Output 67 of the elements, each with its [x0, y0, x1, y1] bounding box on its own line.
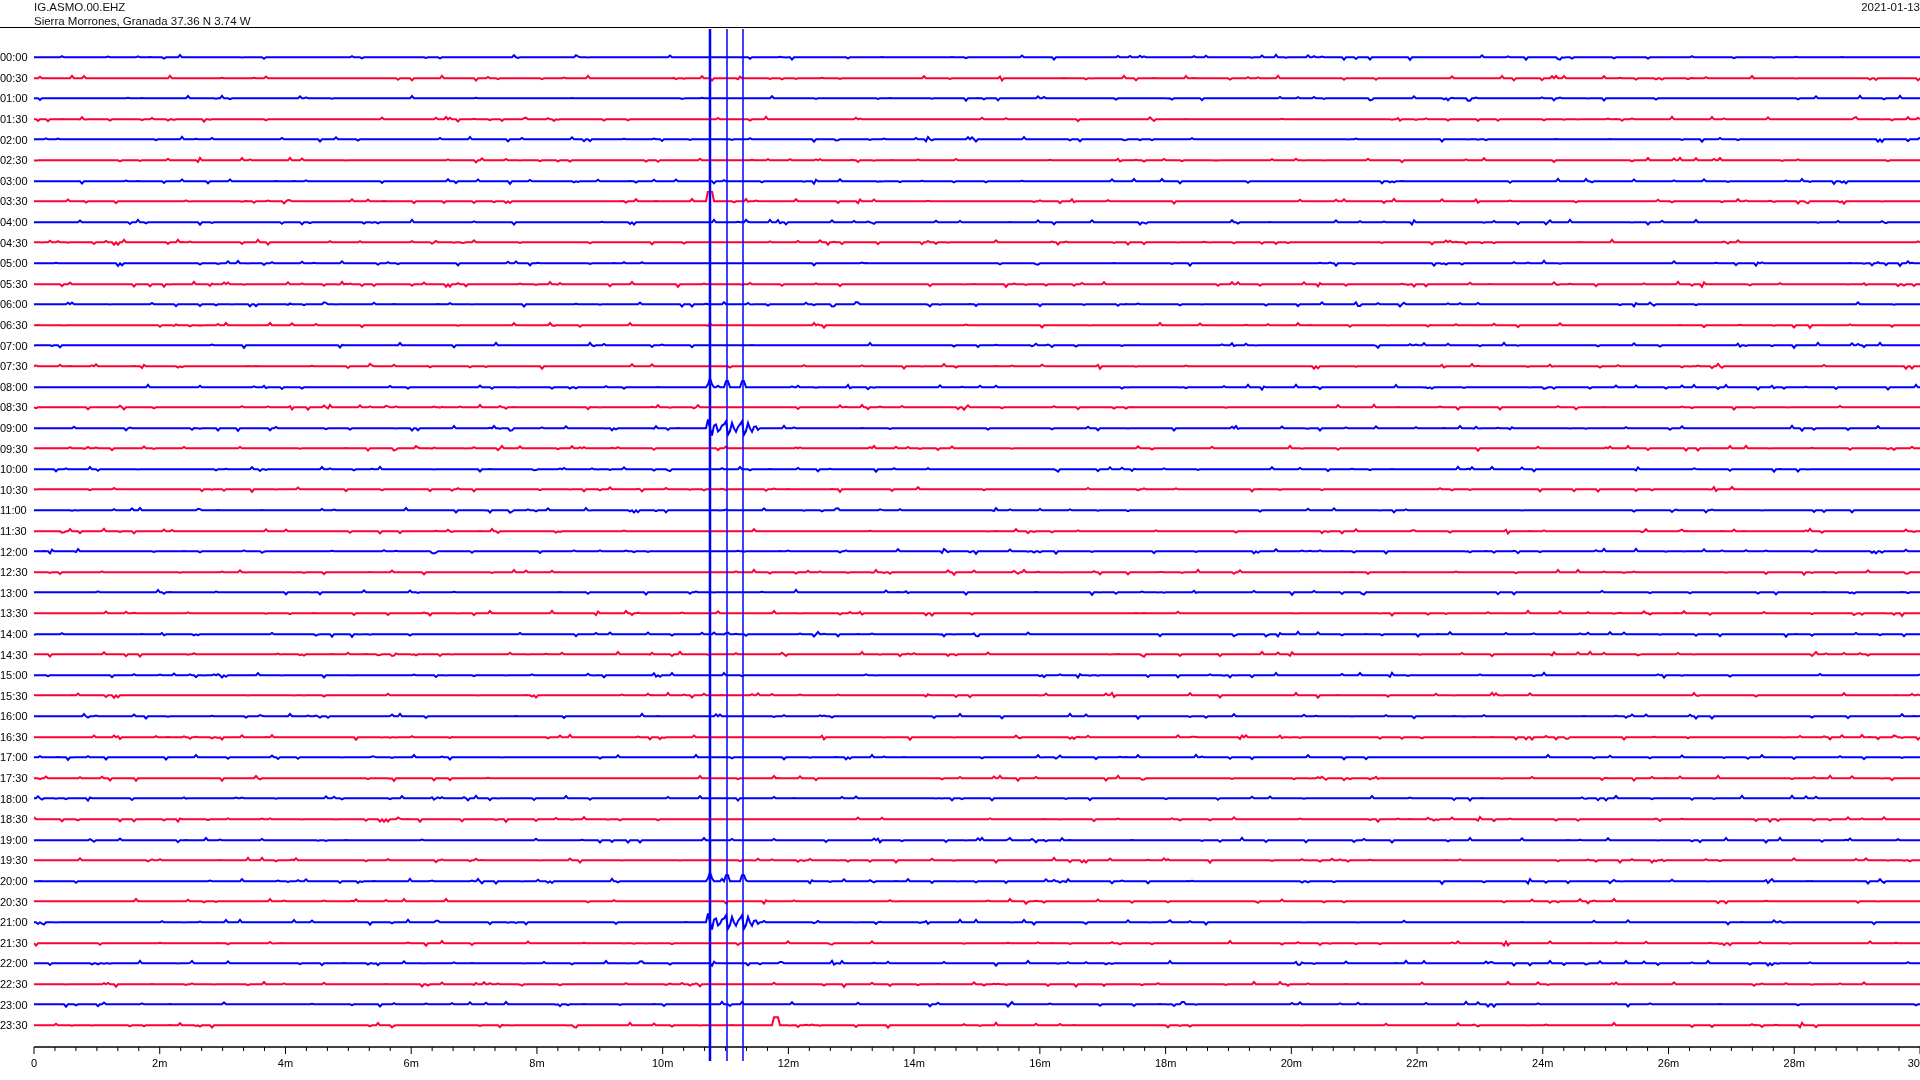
time-label: 18:30 [0, 813, 29, 826]
time-label: 17:30 [0, 772, 29, 785]
time-label: 12:00 [0, 545, 29, 558]
time-label: 10:00 [0, 463, 29, 476]
time-label: 00:30 [0, 71, 29, 84]
axis-tick-label: 24m [1532, 1056, 1554, 1069]
time-label: 21:30 [0, 936, 29, 949]
time-label: 00:00 [0, 51, 29, 64]
time-label: 13:00 [0, 586, 29, 599]
axis-tick-label: 30 [1907, 1056, 1920, 1069]
time-label: 14:00 [0, 627, 29, 640]
time-label: 17:00 [0, 751, 29, 764]
time-label: 02:00 [0, 133, 29, 146]
axis-tick-label: 6m [403, 1056, 419, 1069]
time-label: 15:00 [0, 669, 29, 682]
time-label: 11:30 [0, 524, 28, 537]
station-code: IG.ASMO.00.EHZ [34, 0, 127, 14]
time-label: 18:00 [0, 792, 29, 805]
axis-tick-label: 2m [152, 1056, 168, 1069]
time-label: 12:30 [0, 566, 29, 579]
time-label: 03:30 [0, 195, 29, 208]
time-label: 14:30 [0, 648, 29, 661]
time-label: 08:30 [0, 401, 29, 414]
axis-tick-label: 8m [529, 1056, 545, 1069]
time-label: 03:00 [0, 174, 29, 187]
axis-tick-label: 20m [1280, 1056, 1303, 1069]
time-label: 16:00 [0, 710, 29, 723]
time-label: 05:00 [0, 257, 29, 270]
time-label: 19:00 [0, 833, 29, 846]
time-label: 07:00 [0, 339, 29, 352]
time-label: 10:30 [0, 483, 29, 496]
time-label: 21:00 [0, 916, 29, 929]
time-label: 23:00 [0, 998, 29, 1011]
axis-tick-label: 12m [777, 1056, 800, 1069]
time-label: 01:30 [0, 113, 29, 126]
time-label: 02:30 [0, 154, 29, 167]
time-label: 13:30 [0, 607, 29, 620]
time-label: 06:00 [0, 298, 29, 311]
axis-tick-label: 28m [1783, 1056, 1805, 1069]
time-label: 15:30 [0, 689, 29, 702]
time-label: 01:00 [0, 92, 29, 105]
time-label: 19:30 [0, 854, 29, 867]
time-label: 20:30 [0, 895, 29, 908]
axis-tick-label: 0 [30, 1056, 38, 1069]
time-label: 09:00 [0, 422, 29, 434]
time-label: 04:00 [0, 216, 29, 229]
time-label: 11:00 [0, 504, 28, 517]
time-label: 23:30 [0, 1019, 29, 1032]
time-label: 22:00 [0, 957, 29, 970]
time-label: 04:30 [0, 236, 29, 249]
time-label: 20:00 [0, 875, 29, 888]
date-label: 2021-01-13 [1861, 0, 1920, 15]
time-label: 07:30 [0, 360, 29, 373]
axis-tick-label: 26m [1657, 1056, 1680, 1069]
axis-tick-label: 22m [1406, 1056, 1428, 1069]
axis-tick-label: 4m [277, 1056, 294, 1069]
time-label: 06:30 [0, 319, 29, 331]
time-label: 05:30 [0, 277, 29, 290]
time-label: 16:30 [0, 730, 29, 743]
time-label: 22:30 [0, 978, 29, 990]
axis-tick-label: 16m [1029, 1056, 1051, 1069]
time-label: 08:00 [0, 380, 29, 393]
axis-tick-label: 10m [651, 1056, 674, 1069]
station-location: Sierra Morrones, Granada 37.36 N 3.74 W [34, 14, 251, 28]
axis-tick-label: 14m [903, 1056, 925, 1069]
axis-tick-label: 18m [1154, 1056, 1177, 1069]
time-label: 09:30 [0, 442, 29, 455]
